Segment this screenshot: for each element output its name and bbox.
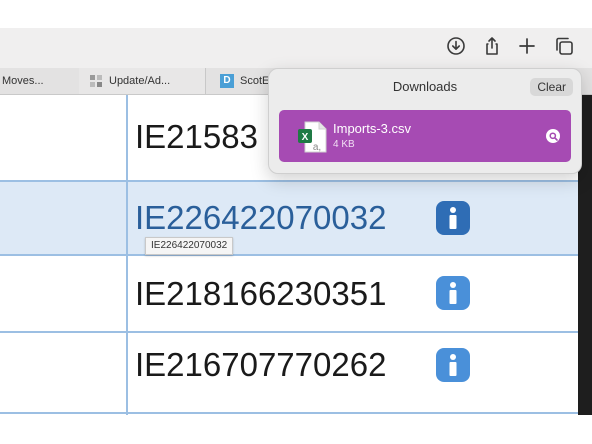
info-button[interactable] [436,201,470,235]
row-divider [0,412,578,414]
info-icon [449,282,457,304]
excel-badge-letter: X [302,132,309,143]
download-item[interactable]: X a, Imports-3.csv 4 KB [279,110,571,162]
record-id[interactable]: IE21583 [135,117,258,157]
info-icon [449,207,457,229]
clear-button[interactable]: Clear [530,78,573,96]
share-icon [486,37,498,55]
record-id[interactable]: IE218166230351 [135,274,386,314]
download-size: 4 KB [333,139,355,150]
table-row[interactable]: IE218166230351 [0,256,578,331]
tab-label: Moves... [2,75,44,87]
downloads-button[interactable] [443,32,469,60]
tab-overview-button[interactable] [551,32,577,60]
info-icon [449,354,457,376]
share-button[interactable] [479,32,505,60]
file-icon-sub: a, [313,142,321,153]
table-row[interactable]: IE216707770262 [0,333,578,415]
info-button[interactable] [436,348,470,382]
info-button[interactable] [436,276,470,310]
show-in-finder-button[interactable] [546,129,560,143]
tab-overview-icon [556,37,573,55]
csv-file-icon: X a, [298,121,327,153]
tab-moves[interactable]: Moves... [0,68,81,94]
browser-toolbar [0,28,592,69]
tab-label: ScotE [240,75,270,87]
record-id[interactable]: IE216707770262 [135,345,386,385]
tab-label: Update/Ad... [109,75,171,87]
downloads-popover: Downloads Clear X a, Imports-3.csv 4 KB [268,68,582,174]
download-filename: Imports-3.csv [333,121,412,136]
tooltip: IE226422070032 [145,237,234,255]
record-id[interactable]: IE226422070032 [135,198,386,238]
window-bottom-area [0,415,592,444]
table-row-selected[interactable]: IE226422070032 [0,182,578,254]
magnifier-icon [548,131,558,141]
downloads-icon [447,37,465,55]
tab-update[interactable]: Update/Ad... [79,68,206,94]
new-tab-button[interactable] [514,32,540,60]
window-top-area [0,0,592,28]
column-divider [126,95,128,415]
puzzle-favicon-icon [90,75,102,87]
d-favicon-icon: D [220,74,234,88]
new-tab-icon [519,38,535,54]
